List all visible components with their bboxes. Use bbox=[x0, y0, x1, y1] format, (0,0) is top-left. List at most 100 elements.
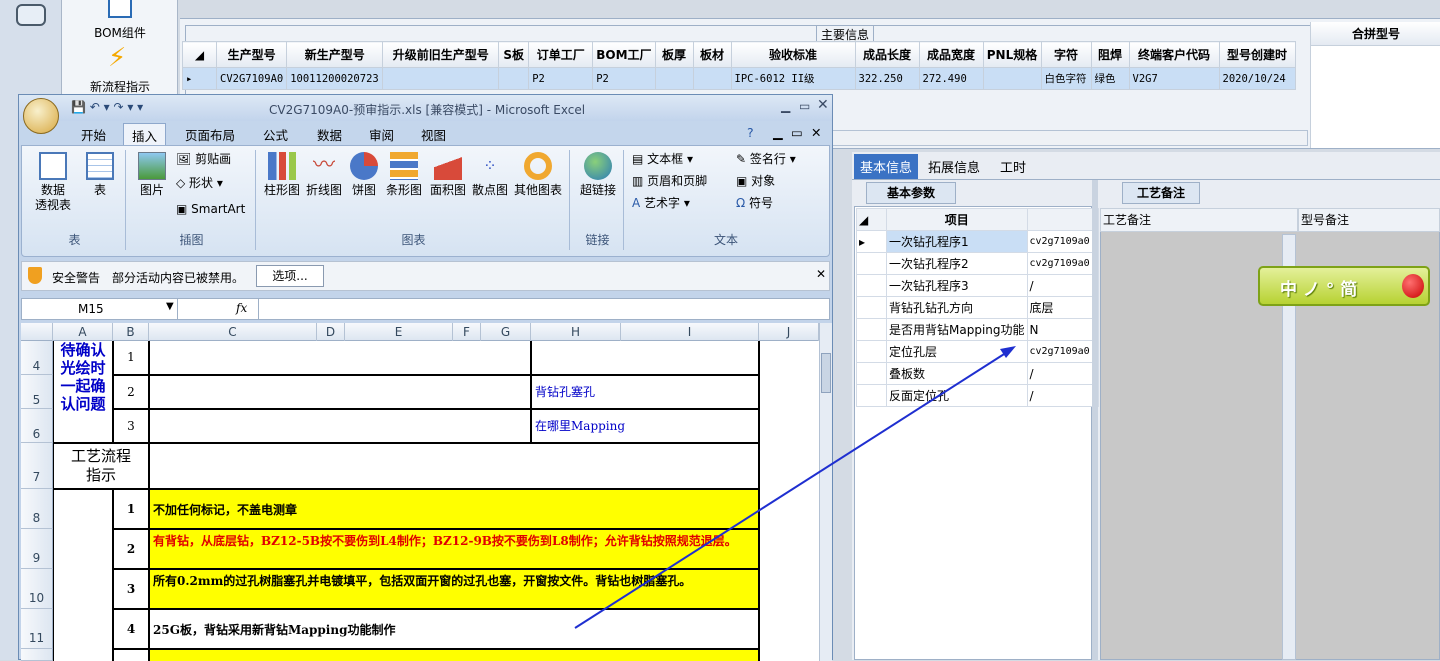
tab-view[interactable]: 视图 bbox=[421, 125, 446, 144]
num-cell[interactable]: 3 bbox=[113, 569, 149, 609]
clipart-button[interactable]: 🖼 剪贴画 bbox=[176, 152, 231, 167]
col-header[interactable]: 升级前旧生产型号 bbox=[382, 41, 500, 68]
col-header[interactable]: 新生产型号 bbox=[286, 41, 384, 68]
area-chart-button[interactable]: 面积图 bbox=[428, 152, 468, 198]
bar-chart-button[interactable]: 条形图 bbox=[384, 152, 424, 198]
param-value[interactable]: 底层 bbox=[1026, 296, 1099, 319]
wordart-button[interactable]: A 艺术字 ▾ bbox=[632, 196, 690, 211]
col-header[interactable]: 成品宽度 bbox=[918, 41, 984, 68]
signature-button[interactable]: ✎ 签名行 ▾ bbox=[736, 152, 796, 167]
tab-data[interactable]: 数据 bbox=[317, 125, 342, 144]
flow-step-text[interactable]: 25G板，背钻采用新背钻Mapping功能制作 bbox=[149, 609, 759, 649]
vertical-scrollbar[interactable] bbox=[819, 323, 832, 661]
tab-home[interactable]: 开始 bbox=[81, 125, 106, 144]
col-header[interactable]: PNL规格 bbox=[982, 41, 1042, 68]
bom-label[interactable]: BOM组件 bbox=[62, 24, 178, 41]
tab-review[interactable]: 审阅 bbox=[369, 125, 394, 144]
table-cell[interactable]: V2G7 bbox=[1128, 67, 1220, 90]
col-header[interactable]: 字符 bbox=[1040, 41, 1092, 68]
table-cell[interactable]: 白色字符 bbox=[1040, 67, 1092, 90]
line-chart-button[interactable]: 〰折线图 bbox=[304, 152, 344, 198]
param-row[interactable]: 背钻孔钻孔方向 底层 bbox=[856, 296, 1099, 319]
column-chart-button[interactable]: 柱形图 bbox=[262, 152, 302, 198]
row-selector-header[interactable]: ◢ bbox=[182, 41, 217, 68]
num-cell[interactable]: 1 bbox=[113, 341, 149, 375]
symbol-button[interactable]: Ω 符号 bbox=[736, 196, 773, 211]
row-header[interactable]: 4 bbox=[21, 341, 53, 375]
row-header[interactable]: 5 bbox=[21, 375, 53, 409]
help-icon[interactable]: ? bbox=[747, 125, 754, 140]
picture-button[interactable]: 图片 bbox=[132, 152, 172, 198]
formula-input[interactable] bbox=[258, 299, 818, 319]
row-header[interactable]: 10 bbox=[21, 569, 53, 609]
tab-formulas[interactable]: 公式 bbox=[263, 125, 288, 144]
shapes-button[interactable]: ◇ 形状 ▾ bbox=[176, 176, 223, 191]
merge-model-header[interactable]: 合拼型号 bbox=[1311, 22, 1440, 46]
flow-label[interactable]: 新流程指示 bbox=[62, 78, 178, 95]
quick-access-toolbar[interactable]: 💾 ↶ ▾ ↷ ▾ ▾ bbox=[71, 100, 143, 114]
note-cell[interactable]: 在哪里Mapping bbox=[531, 409, 759, 443]
tab-insert[interactable]: 插入 bbox=[123, 123, 167, 146]
text-cell[interactable] bbox=[149, 375, 531, 409]
col-header[interactable]: BOM工厂 bbox=[592, 41, 656, 68]
col-I[interactable]: I bbox=[621, 323, 759, 341]
hyperlink-button[interactable]: 超链接 bbox=[574, 152, 622, 198]
col-B[interactable]: B bbox=[113, 323, 149, 341]
tab-page-layout[interactable]: 页面布局 bbox=[185, 125, 235, 144]
ribbon-restore[interactable]: ▭ bbox=[791, 125, 803, 140]
object-button[interactable]: ▣ 对象 bbox=[736, 174, 775, 189]
row-selector-header[interactable]: ◢ bbox=[856, 208, 887, 231]
row-header[interactable]: 8 bbox=[21, 489, 53, 529]
col-header[interactable]: 板材 bbox=[692, 41, 732, 68]
note-cell[interactable]: 背钻孔塞孔 bbox=[531, 375, 759, 409]
col-C[interactable]: C bbox=[149, 323, 317, 341]
pivot-table-button[interactable]: 数据 透视表 bbox=[28, 152, 78, 213]
param-value[interactable]: cv2g7109a0. bbox=[1026, 340, 1099, 363]
table-cell[interactable]: P2 bbox=[592, 67, 656, 90]
col-A[interactable]: A bbox=[53, 323, 113, 341]
text-cell[interactable] bbox=[149, 341, 531, 375]
col-header[interactable]: 型号创建时 bbox=[1218, 41, 1296, 68]
note-cell[interactable] bbox=[531, 341, 759, 375]
splitter[interactable] bbox=[1092, 180, 1098, 660]
col-F[interactable]: F bbox=[453, 323, 481, 341]
lightning-icon[interactable]: ⚡ bbox=[108, 44, 126, 72]
flow-step-text[interactable] bbox=[149, 649, 759, 661]
table-cell[interactable]: 272.490 bbox=[918, 67, 984, 90]
col-header[interactable]: 订单工厂 bbox=[528, 41, 594, 68]
scroll-thumb[interactable] bbox=[821, 353, 831, 393]
craft-tab[interactable]: 工艺备注 bbox=[1122, 182, 1200, 204]
craft-col1-header[interactable]: 工艺备注 bbox=[1100, 208, 1298, 232]
close-button[interactable]: ✕ bbox=[817, 97, 829, 113]
options-button[interactable]: 选项... bbox=[256, 265, 324, 287]
num-cell[interactable]: 1 bbox=[113, 489, 149, 529]
num-cell[interactable]: 4 bbox=[113, 609, 149, 649]
param-row[interactable]: 一次钻孔程序2 cv2g7109a0. bbox=[856, 252, 1099, 275]
ribbon-minimize[interactable]: ▁ bbox=[773, 125, 783, 140]
j-cell[interactable] bbox=[759, 341, 819, 661]
param-value[interactable]: cv2g7109a0. bbox=[1026, 230, 1099, 253]
col-item-header[interactable]: 项目 bbox=[886, 208, 1028, 231]
table-cell[interactable]: IPC-6012 II级 bbox=[730, 67, 856, 90]
table-cell[interactable]: P2 bbox=[528, 67, 594, 90]
col-header[interactable]: 板厚 bbox=[654, 41, 694, 68]
tab-extend-info[interactable]: 拓展信息 bbox=[928, 157, 980, 176]
param-row[interactable]: ▸ 一次钻孔程序1 cv2g7109a0. bbox=[856, 230, 1099, 253]
textbox-button[interactable]: ▤ 文本框 ▾ bbox=[632, 152, 693, 167]
scatter-chart-button[interactable]: ⁘ 散点图 bbox=[470, 152, 510, 198]
close-icon[interactable]: ✕ bbox=[816, 267, 826, 281]
row-header[interactable]: 7 bbox=[21, 443, 53, 489]
table-cell[interactable]: CV2G7109A0 bbox=[215, 67, 288, 90]
subtab-basic-params[interactable]: 基本参数 bbox=[866, 182, 956, 204]
row-header[interactable]: 6 bbox=[21, 409, 53, 443]
input-method-badge[interactable]: 中 ノ ° 简 bbox=[1258, 266, 1430, 306]
table-button[interactable]: 表 bbox=[80, 152, 120, 198]
col-header[interactable]: 终端客户代码 bbox=[1128, 41, 1220, 68]
param-value[interactable]: N bbox=[1026, 318, 1099, 341]
text-cell[interactable] bbox=[149, 409, 531, 443]
ribbon-close[interactable]: ✕ bbox=[811, 125, 821, 140]
col-header[interactable]: 生产型号 bbox=[215, 41, 288, 68]
tab-basic-info[interactable]: 基本信息 bbox=[854, 154, 919, 179]
col-header[interactable]: 验收标准 bbox=[730, 41, 856, 68]
table-cell[interactable]: 绿色 bbox=[1090, 67, 1130, 90]
